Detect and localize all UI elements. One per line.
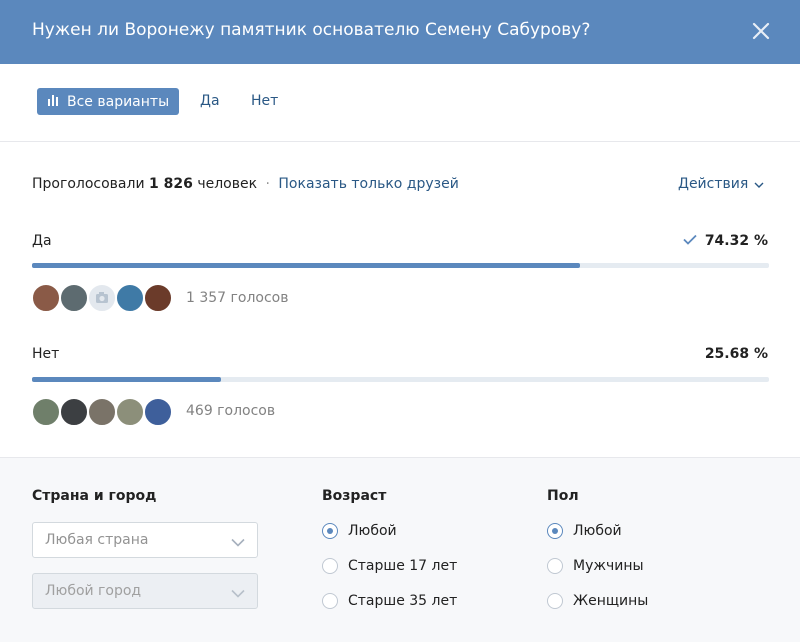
avatar[interactable] (31, 283, 61, 313)
radio-label: Старше 35 лет (348, 593, 458, 609)
separator: · (265, 176, 270, 192)
option-label-no: Нет (32, 346, 60, 362)
show-friends-link[interactable]: Показать только друзей (278, 176, 458, 192)
country-value: Любая страна (45, 532, 149, 548)
radio-label: Любой (348, 523, 397, 539)
filters-panel: Страна и город Любая страна Любой город … (0, 457, 800, 642)
result-bar-no (32, 377, 769, 382)
voted-prefix: Проголосовали (32, 176, 145, 192)
avatar[interactable] (87, 397, 117, 427)
option-percent-yes: 74.32 % (683, 233, 768, 249)
result-bar-fill (32, 377, 222, 382)
radio-icon (322, 523, 338, 539)
avatar-placeholder-camera-icon[interactable] (87, 283, 117, 313)
city-value: Любой город (45, 583, 142, 599)
avatar[interactable] (59, 283, 89, 313)
country-select[interactable]: Любая страна (32, 522, 258, 558)
vote-summary: Проголосовали 1 826 человек · Показать т… (32, 176, 459, 192)
poll-title: Нужен ли Воронежу памятник основателю Се… (32, 20, 591, 40)
radio-icon (547, 558, 563, 574)
radio-icon (547, 523, 563, 539)
actions-dropdown[interactable]: Действия (678, 176, 764, 192)
radio-icon (322, 593, 338, 609)
location-heading: Страна и город (32, 488, 157, 504)
people-word: человек (197, 176, 258, 192)
tab-yes[interactable]: Да (200, 93, 220, 109)
age-heading: Возраст (322, 488, 387, 504)
option-percent-no: 25.68 % (705, 346, 768, 362)
avatar[interactable] (143, 283, 173, 313)
bar-chart-icon (47, 94, 61, 110)
tab-no[interactable]: Нет (251, 93, 278, 109)
tab-label: Все варианты (67, 93, 170, 110)
radio-label: Старше 17 лет (348, 558, 458, 574)
age-radio-any[interactable]: Любой (322, 523, 397, 539)
close-icon[interactable] (748, 18, 774, 44)
city-select: Любой город (32, 573, 258, 609)
avatar[interactable] (59, 397, 89, 427)
modal-header: Нужен ли Воронежу памятник основателю Се… (0, 0, 800, 64)
tab-all-options[interactable]: Все варианты (37, 88, 180, 115)
option-label-yes: Да (32, 233, 52, 249)
avatar[interactable] (115, 397, 145, 427)
result-bar-fill (32, 263, 580, 268)
percent-text: 74.32 % (704, 233, 768, 249)
tabs-bar: Все варианты Да Нет (0, 64, 800, 142)
avatar[interactable] (115, 283, 145, 313)
votes-count-yes[interactable]: 1 357 голосов (186, 290, 288, 306)
chevron-down-icon (231, 535, 245, 551)
avatar[interactable] (31, 397, 61, 427)
age-radio-17[interactable]: Старше 17 лет (322, 558, 457, 574)
radio-icon (322, 558, 338, 574)
gender-radio-female[interactable]: Женщины (547, 593, 648, 609)
gender-radio-male[interactable]: Мужчины (547, 558, 644, 574)
result-bar-yes (32, 263, 769, 268)
checkmark-icon (683, 233, 697, 249)
radio-label: Любой (573, 523, 622, 539)
chevron-down-icon (231, 586, 245, 602)
radio-label: Мужчины (573, 558, 644, 574)
radio-label: Женщины (573, 593, 649, 609)
gender-heading: Пол (547, 488, 579, 504)
gender-radio-any[interactable]: Любой (547, 523, 622, 539)
votes-count-no[interactable]: 469 голосов (186, 403, 275, 419)
avatar[interactable] (143, 397, 173, 427)
actions-label: Действия (678, 176, 749, 192)
chevron-down-icon (754, 176, 764, 192)
vote-count: 1 826 (149, 176, 193, 192)
percent-text: 25.68 % (704, 346, 768, 362)
radio-icon (547, 593, 563, 609)
age-radio-35[interactable]: Старше 35 лет (322, 593, 457, 609)
